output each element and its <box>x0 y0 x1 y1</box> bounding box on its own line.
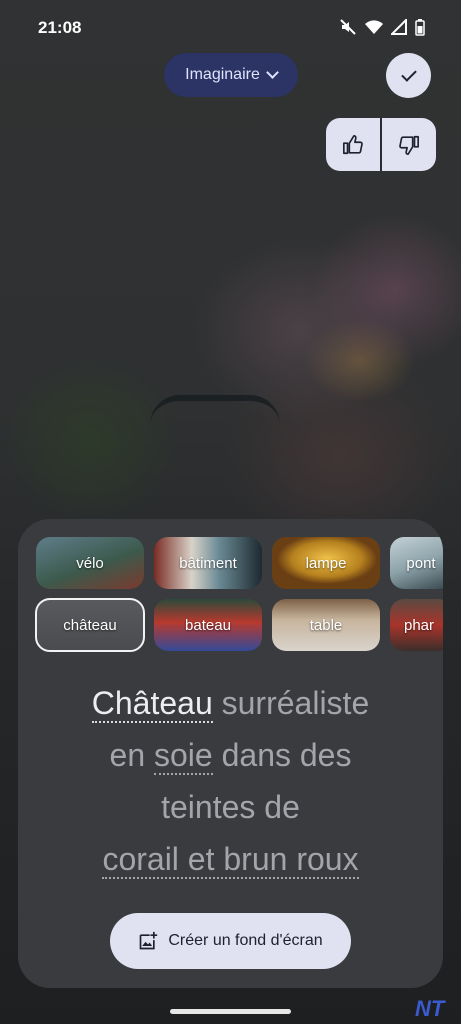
prompt-text: Château surréaliste en soie dans des tei… <box>91 685 370 879</box>
battery-icon <box>415 18 425 41</box>
suggestion-chips-row-2: château bateau table phar <box>35 598 443 652</box>
chip-chateau[interactable]: château <box>35 598 145 652</box>
apply-button[interactable] <box>386 53 431 98</box>
wallpaper-generator-screen: 21:08 Imaginaire vélo bâtiment lampe pon… <box>0 0 461 1024</box>
clock: 21:08 <box>38 18 82 37</box>
prompt-subject[interactable]: Château <box>91 685 213 723</box>
prompt-panel: vélo bâtiment lampe pont château bateau … <box>18 519 443 988</box>
thumbs-down-button[interactable] <box>382 118 436 171</box>
chip-phare[interactable]: phar <box>390 599 443 651</box>
create-wallpaper-label: Créer un fond d'écran <box>168 932 323 949</box>
prompt-material[interactable]: soie <box>154 737 213 775</box>
thumbs-down-icon <box>399 135 419 155</box>
check-icon <box>400 65 417 82</box>
chip-table[interactable]: table <box>272 599 380 651</box>
watermark-logo: NT <box>415 996 445 1021</box>
chip-velo[interactable]: vélo <box>36 537 144 589</box>
status-bar: 21:08 <box>0 0 461 56</box>
thumbs-up-button[interactable] <box>326 118 380 171</box>
wifi-icon <box>365 19 383 40</box>
chip-batiment[interactable]: bâtiment <box>154 537 262 589</box>
feedback-group <box>326 118 436 171</box>
prompt-colors[interactable]: corail et brun roux <box>102 841 359 879</box>
home-indicator[interactable] <box>170 1009 291 1014</box>
create-wallpaper-button[interactable]: Créer un fond d'écran <box>110 913 351 969</box>
chevron-down-icon <box>265 66 279 79</box>
chip-bateau[interactable]: bateau <box>154 599 262 651</box>
suggestion-chips-row-1: vélo bâtiment lampe pont <box>36 537 443 589</box>
mute-icon <box>339 18 357 41</box>
add-image-icon <box>140 931 158 950</box>
style-dropdown-label: Imaginaire <box>185 66 260 83</box>
thumbs-up-icon <box>343 134 363 154</box>
style-dropdown[interactable]: Imaginaire <box>164 53 298 97</box>
chip-pont[interactable]: pont <box>390 537 443 589</box>
chip-lampe[interactable]: lampe <box>272 537 380 589</box>
signal-icon <box>389 17 407 40</box>
